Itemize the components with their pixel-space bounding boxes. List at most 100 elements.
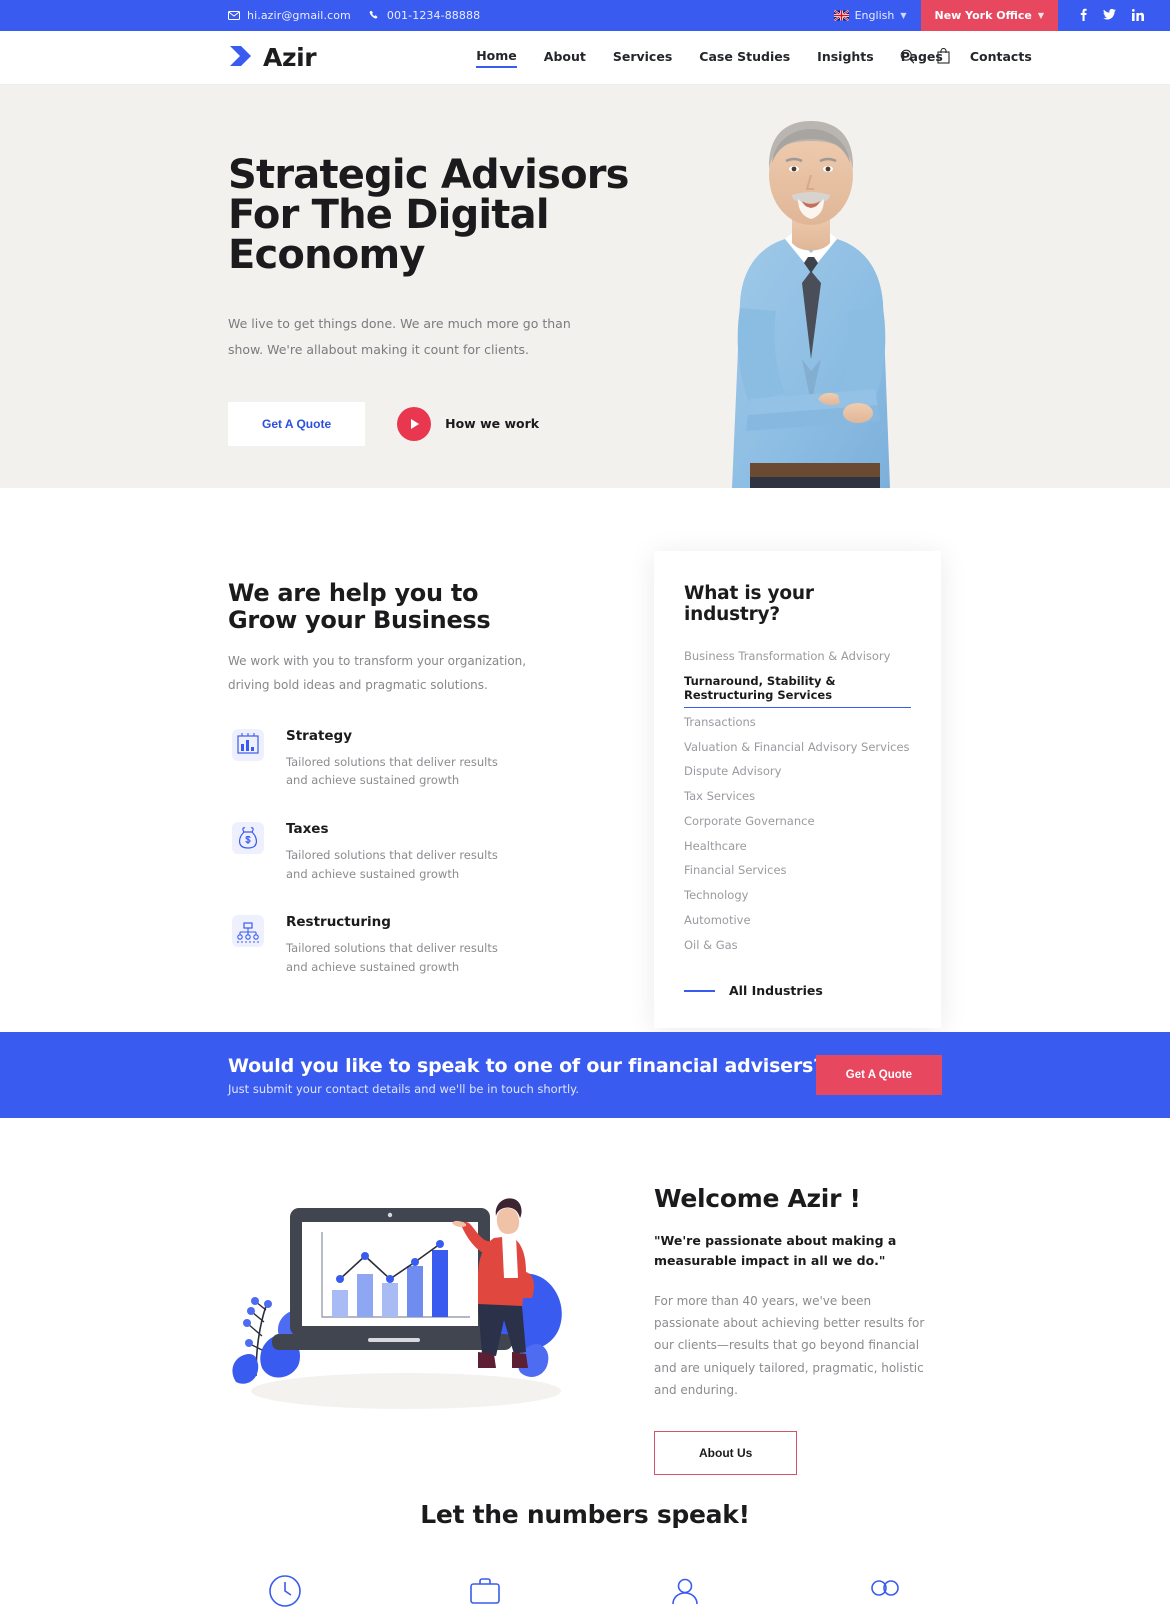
industry-item-active[interactable]: Turnaround, Stability & Restructuring Se… (684, 669, 911, 708)
page-root: hi.azir@gmail.com 001-1234-88888 English… (0, 0, 1170, 1611)
grow-business-section: We are help you to Grow your Business We… (0, 488, 1170, 1032)
facebook-icon[interactable] (1080, 8, 1087, 23)
play-icon (397, 406, 432, 441)
logo[interactable]: Azir (228, 43, 317, 72)
industry-card-title: What is your industry? (684, 583, 814, 625)
office-label: New York Office (934, 9, 1032, 22)
phone-contact[interactable]: 001-1234-88888 (369, 9, 480, 22)
cart-icon[interactable] (937, 47, 950, 68)
money-bag-icon (228, 818, 268, 858)
chevron-down-icon: ▼ (900, 11, 907, 20)
briefcase-icon (465, 1571, 505, 1611)
top-bar-contact-group: hi.azir@gmail.com 001-1234-88888 (228, 9, 480, 22)
welcome-body: For more than 40 years, we've been passi… (654, 1294, 925, 1397)
industry-item[interactable]: Technology (684, 883, 911, 908)
dash-icon (684, 989, 715, 992)
feature-title: Taxes (286, 821, 329, 837)
user-icon (665, 1571, 705, 1611)
nav-item-home[interactable]: Home (476, 48, 517, 68)
hero-section: Strategic Advisors For The Digital Econo… (0, 85, 1170, 488)
org-chart-icon (228, 911, 268, 951)
welcome-section: Welcome Azir ! "We're passionate about m… (0, 1118, 1170, 1482)
industry-item[interactable]: Healthcare (684, 833, 911, 858)
numbers-title: Let the numbers speak! (420, 1500, 750, 1529)
industry-item[interactable]: Corporate Governance (684, 809, 911, 834)
hero-actions: Get A Quote How we work (228, 401, 648, 446)
get-a-quote-button[interactable]: Get A Quote (228, 401, 366, 446)
office-selector[interactable]: New York Office ▼ (920, 0, 1058, 31)
email-text: hi.azir@gmail.com (247, 9, 351, 22)
how-we-work-label: How we work (445, 416, 540, 431)
numbers-section: Let the numbers speak! (0, 1482, 1170, 1611)
uk-flag-icon (833, 10, 849, 21)
cta-get-a-quote-button[interactable]: Get A Quote (815, 1055, 942, 1095)
industry-item[interactable]: Automotive (684, 908, 911, 933)
feature-item-taxes[interactable]: Taxes Tailored solutions that deliver re… (228, 818, 628, 883)
hero-businessman-photo (680, 103, 942, 488)
handshake-icon (865, 1571, 905, 1611)
logo-mark-icon (228, 45, 254, 71)
about-us-button[interactable]: About Us (654, 1430, 798, 1475)
industry-item[interactable]: Valuation & Financial Advisory Services (684, 734, 911, 759)
site-header: Azir Home About Services Case Studies In… (0, 31, 1170, 85)
feature-item-strategy[interactable]: Strategy Tailored solutions that deliver… (228, 725, 628, 790)
industry-item[interactable]: Oil & Gas (684, 932, 911, 957)
industry-item[interactable]: Transactions (684, 710, 911, 735)
industry-item[interactable]: Financial Services (684, 858, 911, 883)
cta-title: Would you like to speak to one of our fi… (228, 1054, 824, 1077)
linkedin-icon[interactable] (1131, 8, 1144, 23)
feature-desc: Tailored solutions that deliver results … (286, 941, 498, 974)
all-industries-label: All Industries (729, 983, 823, 999)
search-icon[interactable] (900, 49, 915, 68)
grow-subtitle: We work with you to transform your organ… (228, 653, 527, 692)
hero-subtitle: We live to get things done. We are much … (228, 316, 571, 358)
industry-item[interactable]: Dispute Advisory (684, 759, 911, 784)
envelope-icon (228, 11, 240, 20)
twitter-icon[interactable] (1103, 8, 1116, 22)
bar-chart-icon (228, 725, 268, 765)
grow-title: We are help you to Grow your Business (228, 580, 628, 634)
hero-title: Strategic Advisors For The Digital Econo… (228, 155, 648, 275)
top-bar: hi.azir@gmail.com 001-1234-88888 English… (0, 0, 1170, 31)
grow-left-column: We are help you to Grow your Business We… (228, 580, 628, 977)
chevron-down-icon: ▼ (1037, 11, 1044, 20)
hero-text-block: Strategic Advisors For The Digital Econo… (228, 155, 648, 446)
how-we-work-link[interactable]: How we work (397, 406, 540, 441)
language-selector[interactable]: English ▼ (833, 9, 907, 22)
language-label: English (854, 9, 895, 22)
header-action-icons (900, 31, 950, 85)
cta-banner: Would you like to speak to one of our fi… (0, 1032, 1170, 1118)
top-bar-right-group: English ▼ New York Office ▼ (833, 0, 1170, 31)
all-industries-link[interactable]: All Industries (684, 983, 911, 998)
feature-title: Strategy (286, 727, 353, 744)
phone-text: 001-1234-88888 (386, 9, 481, 22)
welcome-text-block: Welcome Azir ! "We're passionate about m… (654, 1184, 954, 1475)
grow-title-line-1: We are help you to (228, 579, 479, 607)
industry-item[interactable]: Tax Services (684, 784, 911, 809)
cta-text-block: Would you like to speak to one of our fi… (228, 1055, 824, 1096)
stats-row (0, 1571, 1170, 1611)
nav-item-services[interactable]: Services (613, 49, 672, 67)
hero-title-line-3: Economy (228, 232, 425, 278)
feature-desc: Tailored solutions that deliver results … (286, 848, 498, 881)
phone-icon (369, 10, 380, 21)
nav-item-insights[interactable]: Insights (817, 49, 874, 67)
feature-desc: Tailored solutions that deliver results … (286, 754, 498, 788)
feature-item-restructuring[interactable]: Restructuring Tailored solutions that de… (228, 911, 628, 976)
social-links (1058, 8, 1170, 23)
industry-item[interactable]: Business Transformation & Advisory (684, 644, 911, 669)
cta-subtitle: Just submit your contact details and we'… (228, 1081, 579, 1096)
nav-item-about[interactable]: About (544, 49, 586, 67)
laptop-chart-illustration (226, 1186, 592, 1416)
logo-text: Azir (263, 43, 317, 72)
clock-icon (265, 1571, 305, 1611)
email-contact[interactable]: hi.azir@gmail.com (228, 9, 351, 22)
welcome-quote: "We're passionate about making a measura… (654, 1233, 897, 1268)
feature-title: Restructuring (286, 914, 391, 931)
nav-item-contacts[interactable]: Contacts (970, 49, 1032, 67)
welcome-title: Welcome Azir ! (654, 1184, 861, 1213)
industry-card: What is your industry? Business Transfor… (654, 551, 941, 1029)
grow-title-line-2: Grow your Business (228, 605, 491, 634)
nav-item-case-studies[interactable]: Case Studies (699, 49, 790, 67)
industry-list: Business Transformation & Advisory Turna… (684, 644, 911, 957)
